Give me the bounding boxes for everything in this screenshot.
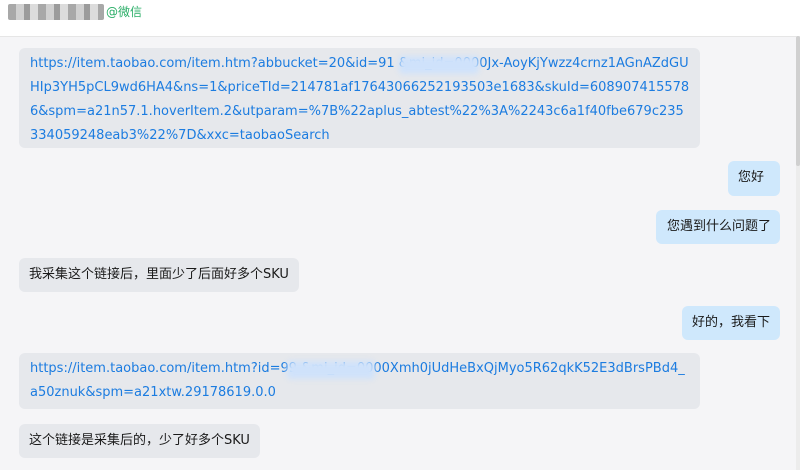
message-link[interactable]: https://item.taobao.com/item.htm?abbucke… — [30, 52, 690, 148]
redaction-blur — [287, 361, 375, 379]
contact-name[interactable]: ■■■■■■ — [8, 4, 104, 20]
message-text: 您遇到什么问题了 — [667, 219, 772, 234]
scrollbar-thumb[interactable] — [796, 36, 800, 166]
message-bubble-link: https://item.taobao.com/item.htm?id=99 &… — [19, 353, 700, 409]
redaction-blur — [399, 56, 479, 74]
message-text: 我采集这个链接后，里面少了后面好多个SKU — [29, 267, 289, 282]
message-bubble-text: 好的，我看下 — [682, 306, 780, 340]
message-text: 您好 — [738, 170, 765, 185]
scrollbar[interactable] — [796, 36, 800, 470]
wechat-source-tag: @微信 — [106, 5, 143, 19]
message-bubble-link: https://item.taobao.com/item.htm?abbucke… — [19, 48, 700, 148]
message-bubble-text: 您遇到什么问题了 — [656, 210, 780, 244]
message-bubble-text: 我采集这个链接后，里面少了后面好多个SKU — [19, 258, 299, 292]
message-bubble-text: 您好 — [728, 161, 780, 196]
message-text: 好的，我看下 — [692, 315, 771, 330]
chat-header: ■■■■■■ @微信 — [0, 0, 800, 37]
message-bubble-text: 这个链接是采集后的，少了好多个SKU — [19, 424, 260, 458]
message-text: 这个链接是采集后的，少了好多个SKU — [29, 433, 250, 448]
